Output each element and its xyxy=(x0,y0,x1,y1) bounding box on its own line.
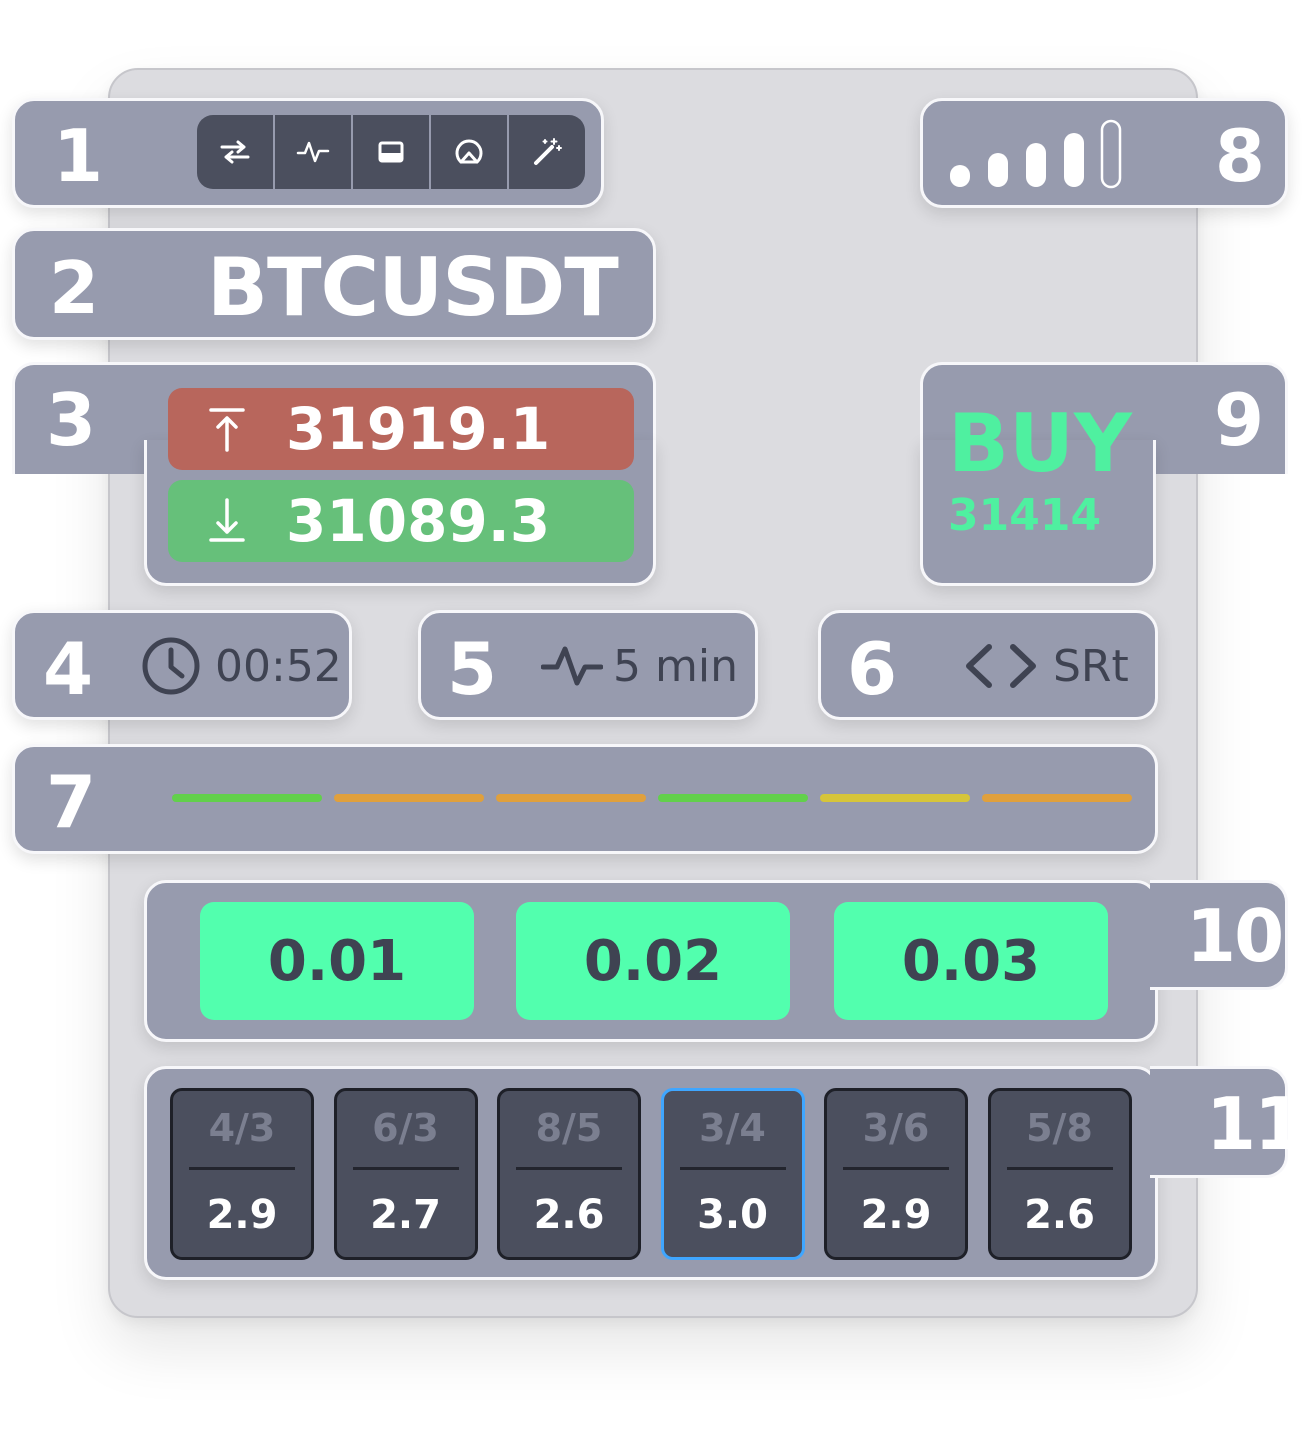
pulse-icon[interactable] xyxy=(275,115,353,189)
ratio-divider xyxy=(189,1167,295,1170)
timeframe-box[interactable]: 5 5 min xyxy=(418,610,758,720)
toolbar-icon-bar xyxy=(197,115,585,189)
signal-bars-icon xyxy=(950,119,1122,189)
ratio-value: 2.7 xyxy=(370,1192,441,1238)
signal-price: 31414 xyxy=(948,490,1102,541)
ratio-value: 3.0 xyxy=(697,1192,768,1238)
indicator-dash xyxy=(982,794,1132,802)
ratio-button[interactable]: 5/8 2.6 xyxy=(987,1088,1132,1260)
section-number: 2 xyxy=(49,246,99,330)
low-price-row[interactable]: 31089.3 xyxy=(168,480,634,562)
ratio-button[interactable]: 3/4 3.0 xyxy=(660,1088,805,1260)
toolbar-box: 1 xyxy=(12,98,604,208)
lot-button[interactable]: 0.02 xyxy=(516,902,790,1020)
magic-wand-icon[interactable] xyxy=(509,115,585,189)
section-number: 3 xyxy=(46,378,96,462)
indicator-dash xyxy=(820,794,970,802)
ratio-button[interactable]: 4/3 2.9 xyxy=(170,1088,314,1260)
ratio-label: 3/6 xyxy=(862,1106,930,1150)
pulse-icon xyxy=(541,646,603,686)
ratio-label: 6/3 xyxy=(372,1106,439,1150)
section-number: 11 xyxy=(1206,1082,1304,1166)
ratio-divider xyxy=(843,1167,949,1170)
lot-button[interactable]: 0.01 xyxy=(200,902,474,1020)
ratio-divider xyxy=(352,1167,459,1170)
section-number: 1 xyxy=(53,114,103,198)
arrow-up-to-line-icon xyxy=(168,406,286,452)
indicator-dash xyxy=(658,794,808,802)
ratio-button[interactable]: 8/5 2.6 xyxy=(497,1088,641,1260)
section-number: 4 xyxy=(43,627,93,711)
section-number: 8 xyxy=(1214,114,1265,198)
ratio-divider xyxy=(679,1167,786,1170)
ratio-value: 2.9 xyxy=(206,1192,278,1238)
arrow-down-to-line-icon xyxy=(168,498,286,544)
high-price-row[interactable]: 31919.1 xyxy=(168,388,634,470)
section-number: 7 xyxy=(46,760,96,844)
ratio-divider xyxy=(1006,1167,1113,1170)
ratio-value: 2.6 xyxy=(533,1192,605,1238)
section-number: 6 xyxy=(847,627,897,711)
signal-label: BUY xyxy=(948,397,1132,490)
signal-strength-box: 8 xyxy=(920,98,1288,208)
clock-icon xyxy=(142,637,200,695)
symbol-box: 2 BTCUSDT xyxy=(12,228,656,340)
ratio-label: 4/3 xyxy=(208,1106,276,1150)
code-brackets-icon xyxy=(966,644,1036,688)
indicator-dash xyxy=(334,794,484,802)
low-price-value: 31089.3 xyxy=(286,487,551,555)
gauge-icon[interactable] xyxy=(431,115,509,189)
timer-value: 00:52 xyxy=(215,641,342,692)
window-icon[interactable] xyxy=(353,115,431,189)
strategy-box[interactable]: 6 SRt xyxy=(818,610,1158,720)
ratio-label: 8/5 xyxy=(535,1106,603,1150)
ratio-value: 2.9 xyxy=(860,1192,932,1238)
high-price-value: 31919.1 xyxy=(286,395,551,463)
section-number: 5 xyxy=(447,627,497,711)
indicator-dash xyxy=(496,794,646,802)
symbol-name: BTCUSDT xyxy=(207,241,619,334)
swap-arrows-icon[interactable] xyxy=(197,115,275,189)
lot-button[interactable]: 0.03 xyxy=(834,902,1108,1020)
ratio-divider xyxy=(516,1167,622,1170)
timeframe-value: 5 min xyxy=(613,641,738,692)
timer-box: 4 00:52 xyxy=(12,610,352,720)
ratio-label: 3/4 xyxy=(699,1106,766,1150)
ratio-button[interactable]: 3/6 2.9 xyxy=(824,1088,968,1260)
section-number: 9 xyxy=(1214,378,1264,462)
section-number: 10 xyxy=(1186,894,1284,978)
ratio-value: 2.6 xyxy=(1024,1192,1095,1238)
ratio-button[interactable]: 6/3 2.7 xyxy=(333,1088,478,1260)
indicator-dash xyxy=(172,794,322,802)
ratio-label: 5/8 xyxy=(1026,1106,1093,1150)
strategy-value: SRt xyxy=(1053,641,1129,692)
